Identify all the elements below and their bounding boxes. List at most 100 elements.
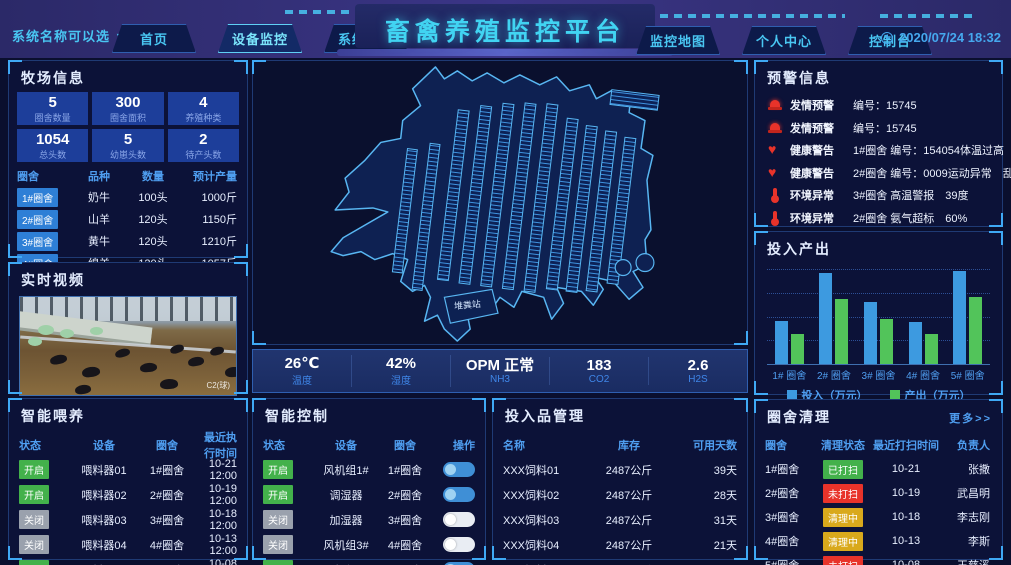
more-link[interactable]: 更多>> [949,410,992,426]
status-badge: 关闭 [263,535,293,554]
time-cell: 10-19 12:00 [195,483,237,507]
input-mgmt-title: 投入品管理 [493,399,747,430]
cleaning-table: 圈舍清理状态最近打扫时间负责人1#圈舍已打扫10-21张撒2#圈舍未打扫10-1… [765,433,992,565]
farm-table: 圈舍品种数量预计产量1#圈舍奶牛100头1000斤2#圈舍山羊120头1150斤… [17,166,239,274]
stat-value: 5 [124,131,132,148]
tab-设备监控[interactable]: 设备监控 [218,24,302,53]
device-toggle[interactable] [443,462,475,477]
column-header: 设备 [69,437,139,453]
column-header: 圈舍 [379,437,431,453]
farm-map[interactable]: 堆粪站 [253,61,747,344]
device-cell: 风机组3# [313,537,379,553]
bar-产出（万元） [791,334,804,364]
yield-cell: 1150斤 [181,211,239,227]
toggle-cell [431,487,475,502]
decor-dashes [880,14,975,18]
device-toggle[interactable] [443,537,475,552]
column-header: 圈舍 [17,168,73,184]
stat-label: 总头数 [39,148,66,161]
breed-cell: 黄牛 [73,233,125,249]
alert-detail: 编号：15745 [853,120,917,136]
pen-chip: 2#圈舍 [17,210,58,229]
device-toggle[interactable] [443,487,475,502]
table-header-row: 状态设备圈舍最近执行时间 [19,432,237,457]
env-label: 温度 [253,372,351,387]
days-cell: 31天 [669,512,737,528]
alert-type: 环境异常 [790,210,846,226]
status-badge: 开启 [263,485,293,504]
tab-监控地图[interactable]: 监控地图 [636,26,720,55]
category-label: 5# 圈舍 [951,367,985,382]
smart-control-title: 智能控制 [253,399,485,430]
status-cell: 关闭 [263,510,313,529]
status-badge: 关闭 [19,510,49,529]
tab-首页[interactable]: 首页 [112,24,196,53]
panel-farm-info: 牧场信息 5圈舍数量300圈舍面积4养殖种类1054总头数5幼崽头数2待产头数 … [8,60,248,258]
table-header-row: 名称库存可用天数 [503,432,737,457]
column-header: 可用天数 [669,437,737,453]
cleaning-status-badge: 已打扫 [823,460,863,479]
bar-chart-plot [767,269,990,365]
table-row: XXX饲料012487公斤39天 [503,457,737,482]
pen-cell: 1#圈舍 [17,188,73,207]
column-header: 预计产量 [181,168,239,184]
datetime-text: 2020/07/24 18:32 [899,30,1001,45]
yield-cell: 1000斤 [181,189,239,205]
cow-silhouette [187,356,204,368]
alert-item: 健康警告1#圈舍 编号：154054体温过高 39度 [767,139,990,162]
table-row: 3#圈舍清理中10-18李志刚 [765,505,992,529]
control-table: 状态设备圈舍操作开启风机组1#1#圈舍开启调湿器2#圈舍关闭加湿器3#圈舍关闭风… [263,432,475,565]
bar-投入（万元） [775,321,788,364]
cow-silhouette [209,345,225,356]
stat-label: 养殖种类 [185,111,221,124]
table-row: XXX饲料042487公斤21天 [503,532,737,557]
status-badge: 开启 [263,460,293,479]
bar-投入（万元） [819,273,832,364]
table-row: 4#圈舍清理中10-13李斯 [765,529,992,553]
stat-box: 5圈舍数量 [17,92,88,125]
count-cell: 100头 [125,189,181,205]
panel-alerts: 预警信息 发情预警编号：15745发情预警编号：15745健康警告1#圈舍 编号… [754,60,1003,227]
alert-item: 发情预警编号：15745 [767,117,990,140]
bar-group [775,321,804,364]
feeding-table: 状态设备圈舍最近执行时间开启喂料器011#圈舍10-21 12:00开启喂料器0… [19,432,237,565]
column-header: 圈舍 [139,437,195,453]
chart-category-labels: 1# 圈舍2# 圈舍3# 圈舍4# 圈舍5# 圈舍 [767,367,990,382]
cow-silhouette [160,378,179,389]
status-cell: 开启 [263,485,313,504]
alert-detail: 2#圈舍 氨气超标 60% [853,210,967,226]
siren-icon [767,97,783,113]
stat-box: 300圈舍面积 [92,92,163,125]
device-toggle[interactable] [443,512,475,527]
pen-cell: 2#圈舍 [765,485,813,501]
panel-io-chart: 投入产出 1# 圈舍2# 圈舍3# 圈舍4# 圈舍5# 圈舍 投入（万元）产出（… [754,231,1003,395]
pen-cell: 2#圈舍 [17,210,73,229]
thermo-icon [767,210,783,226]
column-header: 清理状态 [813,437,873,453]
bar-产出（万元） [969,297,982,364]
stat-box: 1054总头数 [17,129,88,162]
column-header: 状态 [19,437,69,453]
cow-silhouette [74,384,91,395]
video-feed[interactable]: C2(球) [19,296,237,396]
pen-cell: 3#圈舍 [765,509,813,525]
tab-个人中心[interactable]: 个人中心 [742,26,826,55]
cow-silhouette [49,353,67,365]
system-name-dropdown[interactable]: 系统名称可以选 ▼ [12,26,125,45]
stat-box: 2待产头数 [168,129,239,162]
status-cell: 开启 [263,560,313,565]
manure-station-label: 堆粪站 [454,298,482,311]
bar-group [953,271,982,364]
env-value: 183 [550,357,648,374]
heart-icon [767,142,783,158]
table-row: 3#圈舍黄牛120头1210斤 [17,230,239,252]
live-video-title: 实时视频 [9,263,247,294]
table-row: 开启喂料器022#圈舍10-19 12:00 [19,482,237,507]
device-cell: 喂料器05 [69,562,139,565]
cow-silhouette [81,366,100,378]
bar-产出（万元） [925,334,938,364]
env-label: NH3 [451,374,549,385]
pen-chip: 1#圈舍 [17,188,58,207]
person-cell: 武昌明 [939,485,992,501]
pen-cell: 2#圈舍 [139,487,195,503]
